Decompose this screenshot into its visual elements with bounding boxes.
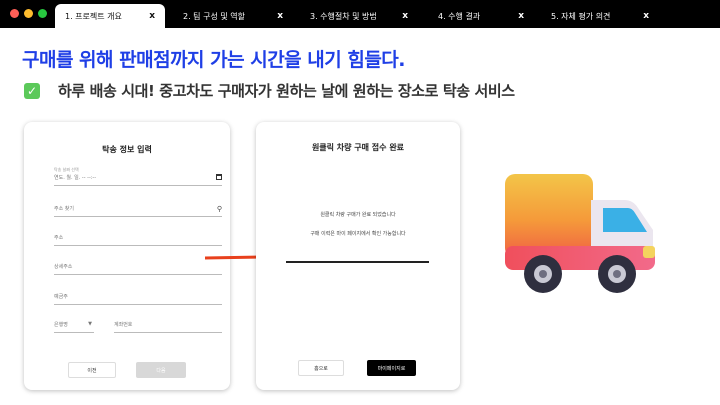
tab-overview[interactable]: 1. 프로젝트 개요 x — [55, 4, 165, 28]
tab-close-icon[interactable]: x — [643, 11, 649, 21]
tab-bar: 1. 프로젝트 개요 x 2. 팀 구성 및 역할 x 3. 수행절차 및 방법… — [0, 0, 720, 28]
form-title: 탁송 정보 입력 — [102, 145, 152, 154]
mypage-button[interactable]: 마이페이지로 — [367, 360, 416, 376]
calendar-icon[interactable] — [216, 174, 222, 180]
tab-team[interactable]: 2. 팀 구성 및 역할 x — [173, 4, 293, 28]
date-label: 탁송 날짜 선택 — [54, 167, 79, 172]
depositor-input[interactable]: 예금주 — [54, 293, 222, 305]
minimize-window-dot[interactable] — [24, 9, 33, 18]
tab-procedure[interactable]: 3. 수행절차 및 방법 x — [300, 4, 418, 28]
complete-title: 원클릭 차량 구매 접수 완료 — [311, 143, 405, 152]
tab-close-icon[interactable]: x — [402, 11, 408, 21]
tab-results[interactable]: 4. 수행 결과 x — [428, 4, 534, 28]
search-icon[interactable]: ⚲ — [217, 205, 222, 213]
address-search-placeholder: 주소 찾기 — [54, 206, 74, 212]
purchase-complete-card: 원클릭 차량 구매 접수 완료 원클릭 차량 구매가 완료 되었습니다 구매 이… — [256, 122, 460, 390]
date-placeholder: 연도. 월. 일. -- --:-- — [54, 175, 97, 181]
tab-label: 3. 수행절차 및 방법 — [310, 11, 377, 21]
check-mark-icon: ✓ — [24, 82, 40, 99]
home-button[interactable]: 홈으로 — [298, 360, 344, 376]
detail-address-placeholder: 상세주소 — [54, 264, 73, 270]
tab-close-icon[interactable]: x — [518, 11, 524, 21]
address-input[interactable]: 주소 — [54, 234, 222, 246]
bank-placeholder: 은행명 — [54, 322, 68, 328]
complete-message-2: 구매 이력은 마이 페이지에서 확인 가능합니다 — [310, 231, 406, 237]
tab-label: 5. 자체 평가 의견 — [551, 11, 611, 21]
complete-message-1: 원클릭 차량 구매가 완료 되었습니다 — [320, 212, 396, 218]
close-window-dot[interactable] — [10, 9, 19, 18]
prev-button[interactable]: 이전 — [68, 362, 116, 378]
subheadline-text: 하루 배송 시대! 중고차도 구매자가 원하는 날에 원하는 장소로 탁송 서비… — [58, 82, 515, 100]
tab-label: 2. 팀 구성 및 역할 — [183, 11, 245, 21]
chevron-down-icon: ▼ — [88, 321, 92, 327]
window-controls — [10, 9, 47, 18]
tab-close-icon[interactable]: x — [277, 11, 283, 21]
tab-evaluation[interactable]: 5. 자체 평가 의견 x — [541, 4, 659, 28]
detail-address-input[interactable]: 상세주소 — [54, 263, 222, 275]
address-search-input[interactable]: 주소 찾기 ⚲ — [54, 205, 222, 217]
address-placeholder: 주소 — [54, 235, 64, 241]
bank-select[interactable]: 은행명 ▼ — [54, 321, 94, 333]
subheadline: ✓ 하루 배송 시대! 중고차도 구매자가 원하는 날에 원하는 장소로 탁송 … — [24, 80, 515, 101]
maximize-window-dot[interactable] — [38, 9, 47, 18]
depositor-placeholder: 예금주 — [54, 294, 68, 300]
tab-label: 4. 수행 결과 — [438, 11, 481, 21]
tab-label: 1. 프로젝트 개요 — [65, 11, 122, 21]
delivery-truck-icon — [505, 174, 655, 293]
page-headline: 구매를 위해 판매점까지 가는 시간을 내기 힘들다. — [22, 49, 406, 71]
tab-close-icon[interactable]: x — [149, 11, 155, 21]
delivery-form-card: 탁송 정보 입력 탁송 날짜 선택 연도. 월. 일. -- --:-- 주소 … — [24, 122, 230, 390]
divider-line — [286, 261, 429, 263]
next-button[interactable]: 다음 — [136, 362, 186, 378]
date-input[interactable]: 연도. 월. 일. -- --:-- — [54, 174, 222, 186]
account-input[interactable]: 계좌번호 — [114, 321, 222, 333]
account-placeholder: 계좌번호 — [114, 322, 133, 328]
